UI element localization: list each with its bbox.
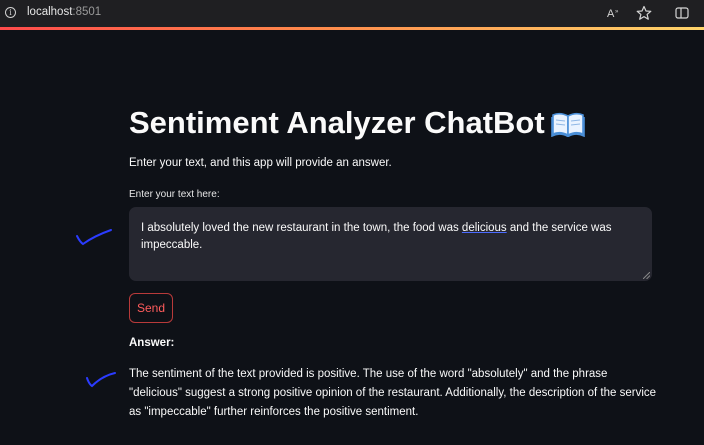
answer-heading: Answer: bbox=[129, 337, 175, 349]
answer-text: The sentiment of the text provided is po… bbox=[129, 368, 657, 418]
send-button[interactable]: Send bbox=[129, 293, 173, 323]
text-input-area[interactable]: I absolutely loved the new restaurant in… bbox=[129, 207, 652, 281]
read-aloud-icon[interactable]: A » bbox=[606, 5, 622, 21]
sidebar-icon[interactable] bbox=[674, 5, 690, 21]
browser-toolbar: i localhost:8501 A » bbox=[0, 0, 704, 27]
page-title: Sentiment Analyzer ChatBot bbox=[129, 105, 585, 145]
input-text-part-1: I absolutely loved the new restaurant in… bbox=[141, 222, 462, 234]
svg-text:»: » bbox=[615, 9, 619, 15]
text-input-label: Enter your text here: bbox=[129, 189, 220, 200]
open-book-icon bbox=[550, 109, 585, 145]
input-text-spellcheck-word: delicious bbox=[461, 222, 507, 234]
address-bar[interactable]: localhost:8501 bbox=[27, 6, 101, 18]
checkmark-annotation-icon bbox=[76, 229, 112, 246]
checkmark-annotation-icon bbox=[86, 372, 116, 388]
info-icon[interactable]: i bbox=[5, 7, 16, 18]
svg-text:A: A bbox=[607, 8, 615, 20]
app-decoration-bar bbox=[0, 27, 704, 30]
url-host: localhost bbox=[27, 6, 73, 18]
resize-handle-icon[interactable] bbox=[643, 272, 650, 279]
title-text: Sentiment Analyzer ChatBot bbox=[129, 105, 545, 140]
url-port: :8501 bbox=[72, 6, 102, 18]
app-description: Enter your text, and this app will provi… bbox=[129, 157, 392, 169]
favorite-star-icon[interactable] bbox=[636, 5, 652, 21]
